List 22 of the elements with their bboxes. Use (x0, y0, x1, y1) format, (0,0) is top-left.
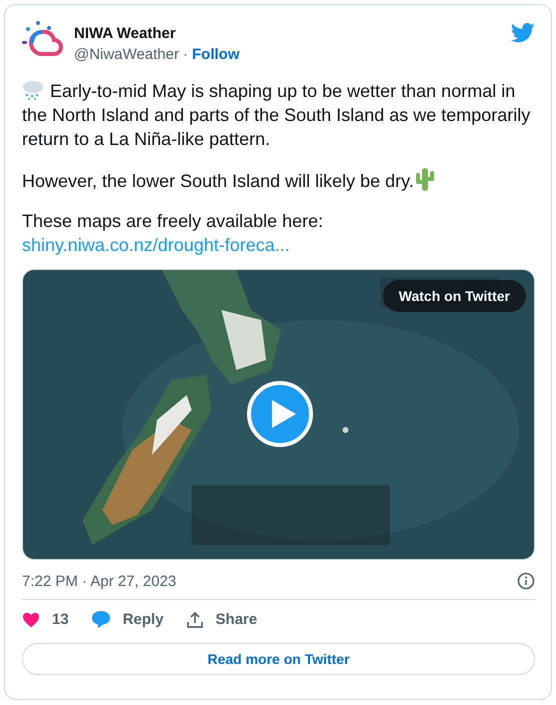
share-icon (186, 610, 204, 628)
cactus-icon (414, 167, 436, 191)
author-name: NIWA Weather (74, 25, 177, 42)
heart-icon (22, 612, 40, 628)
video-player[interactable]: Watch on Twitter (22, 269, 535, 560)
share-button[interactable]: Share (186, 610, 258, 628)
tweet-text: However, the lower South Island will likely be dry. (22, 167, 535, 193)
tweet-text: Early-to-mid May is shaping up to be wetter than normal in the North Island and parts of the South Island as we temporarily return to a La Niña-like pattern. (22, 79, 532, 151)
timestamp[interactable]: 7:22 PM · Apr 27, 2023 (22, 572, 176, 590)
tweet-text: These maps are freely available here: shiny.niwa.co.nz/drought-foreca... (22, 210, 324, 257)
info-icon[interactable] (517, 572, 535, 590)
bird-icon[interactable] (511, 23, 535, 43)
follow-link[interactable]: Follow (192, 46, 240, 63)
speech-bubble-icon (90, 610, 111, 629)
separator-dot: · (183, 46, 188, 63)
read-more-button[interactable]: Read more on Twitter (22, 643, 535, 675)
rain-cloud-icon (22, 80, 44, 100)
like-button[interactable]: 13 (22, 611, 69, 628)
watch-on-twitter-button[interactable]: Watch on Twitter (382, 280, 526, 312)
play-icon[interactable] (246, 380, 314, 448)
author-handle: @NiwaWeather (74, 46, 179, 63)
reply-button[interactable]: Reply (90, 610, 164, 629)
